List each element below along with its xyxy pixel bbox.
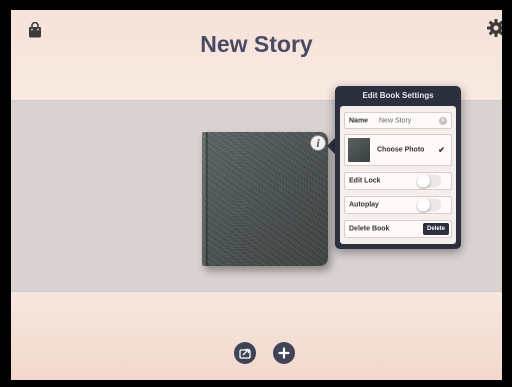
popover-body: Name New Story × Choose Photo ✔ Edit Loc… (340, 106, 456, 244)
popover-arrow (327, 138, 335, 154)
toggle-knob (417, 198, 430, 212)
add-icon (278, 347, 290, 359)
edit-lock-toggle[interactable] (417, 174, 441, 188)
autoplay-row: Autoplay (344, 196, 452, 214)
checkmark-icon: ✔ (438, 145, 445, 155)
choose-photo-row[interactable]: Choose Photo ✔ (344, 134, 452, 166)
edit-lock-row: Edit Lock (344, 172, 452, 190)
clear-icon[interactable]: × (439, 116, 447, 125)
page-title: New Story (200, 31, 313, 57)
name-field[interactable]: New Story (379, 117, 411, 124)
edit-lock-label: Edit Lock (349, 177, 381, 185)
choose-photo-label: Choose Photo (377, 146, 425, 154)
photo-thumbnail (348, 138, 370, 162)
edit-book-settings-popover: Edit Book Settings Name New Story × Choo… (335, 86, 461, 249)
autoplay-toggle[interactable] (417, 198, 441, 212)
add-button[interactable] (273, 342, 295, 364)
delete-book-label: Delete Book (349, 225, 390, 233)
name-row[interactable]: Name New Story × (344, 112, 452, 129)
toggle-knob (417, 174, 430, 188)
export-icon (239, 348, 251, 359)
book-cover[interactable] (202, 132, 328, 266)
popover-title: Edit Book Settings (362, 91, 434, 100)
delete-button[interactable]: Delete (422, 223, 449, 235)
autoplay-label: Autoplay (349, 201, 379, 209)
info-icon[interactable]: i (310, 135, 326, 151)
delete-book-row: Delete Book Delete (344, 220, 452, 238)
app-screen: New Story i Edit Book Settings Name New … (11, 10, 502, 380)
export-button[interactable] (234, 342, 256, 364)
name-label: Name (349, 117, 369, 124)
